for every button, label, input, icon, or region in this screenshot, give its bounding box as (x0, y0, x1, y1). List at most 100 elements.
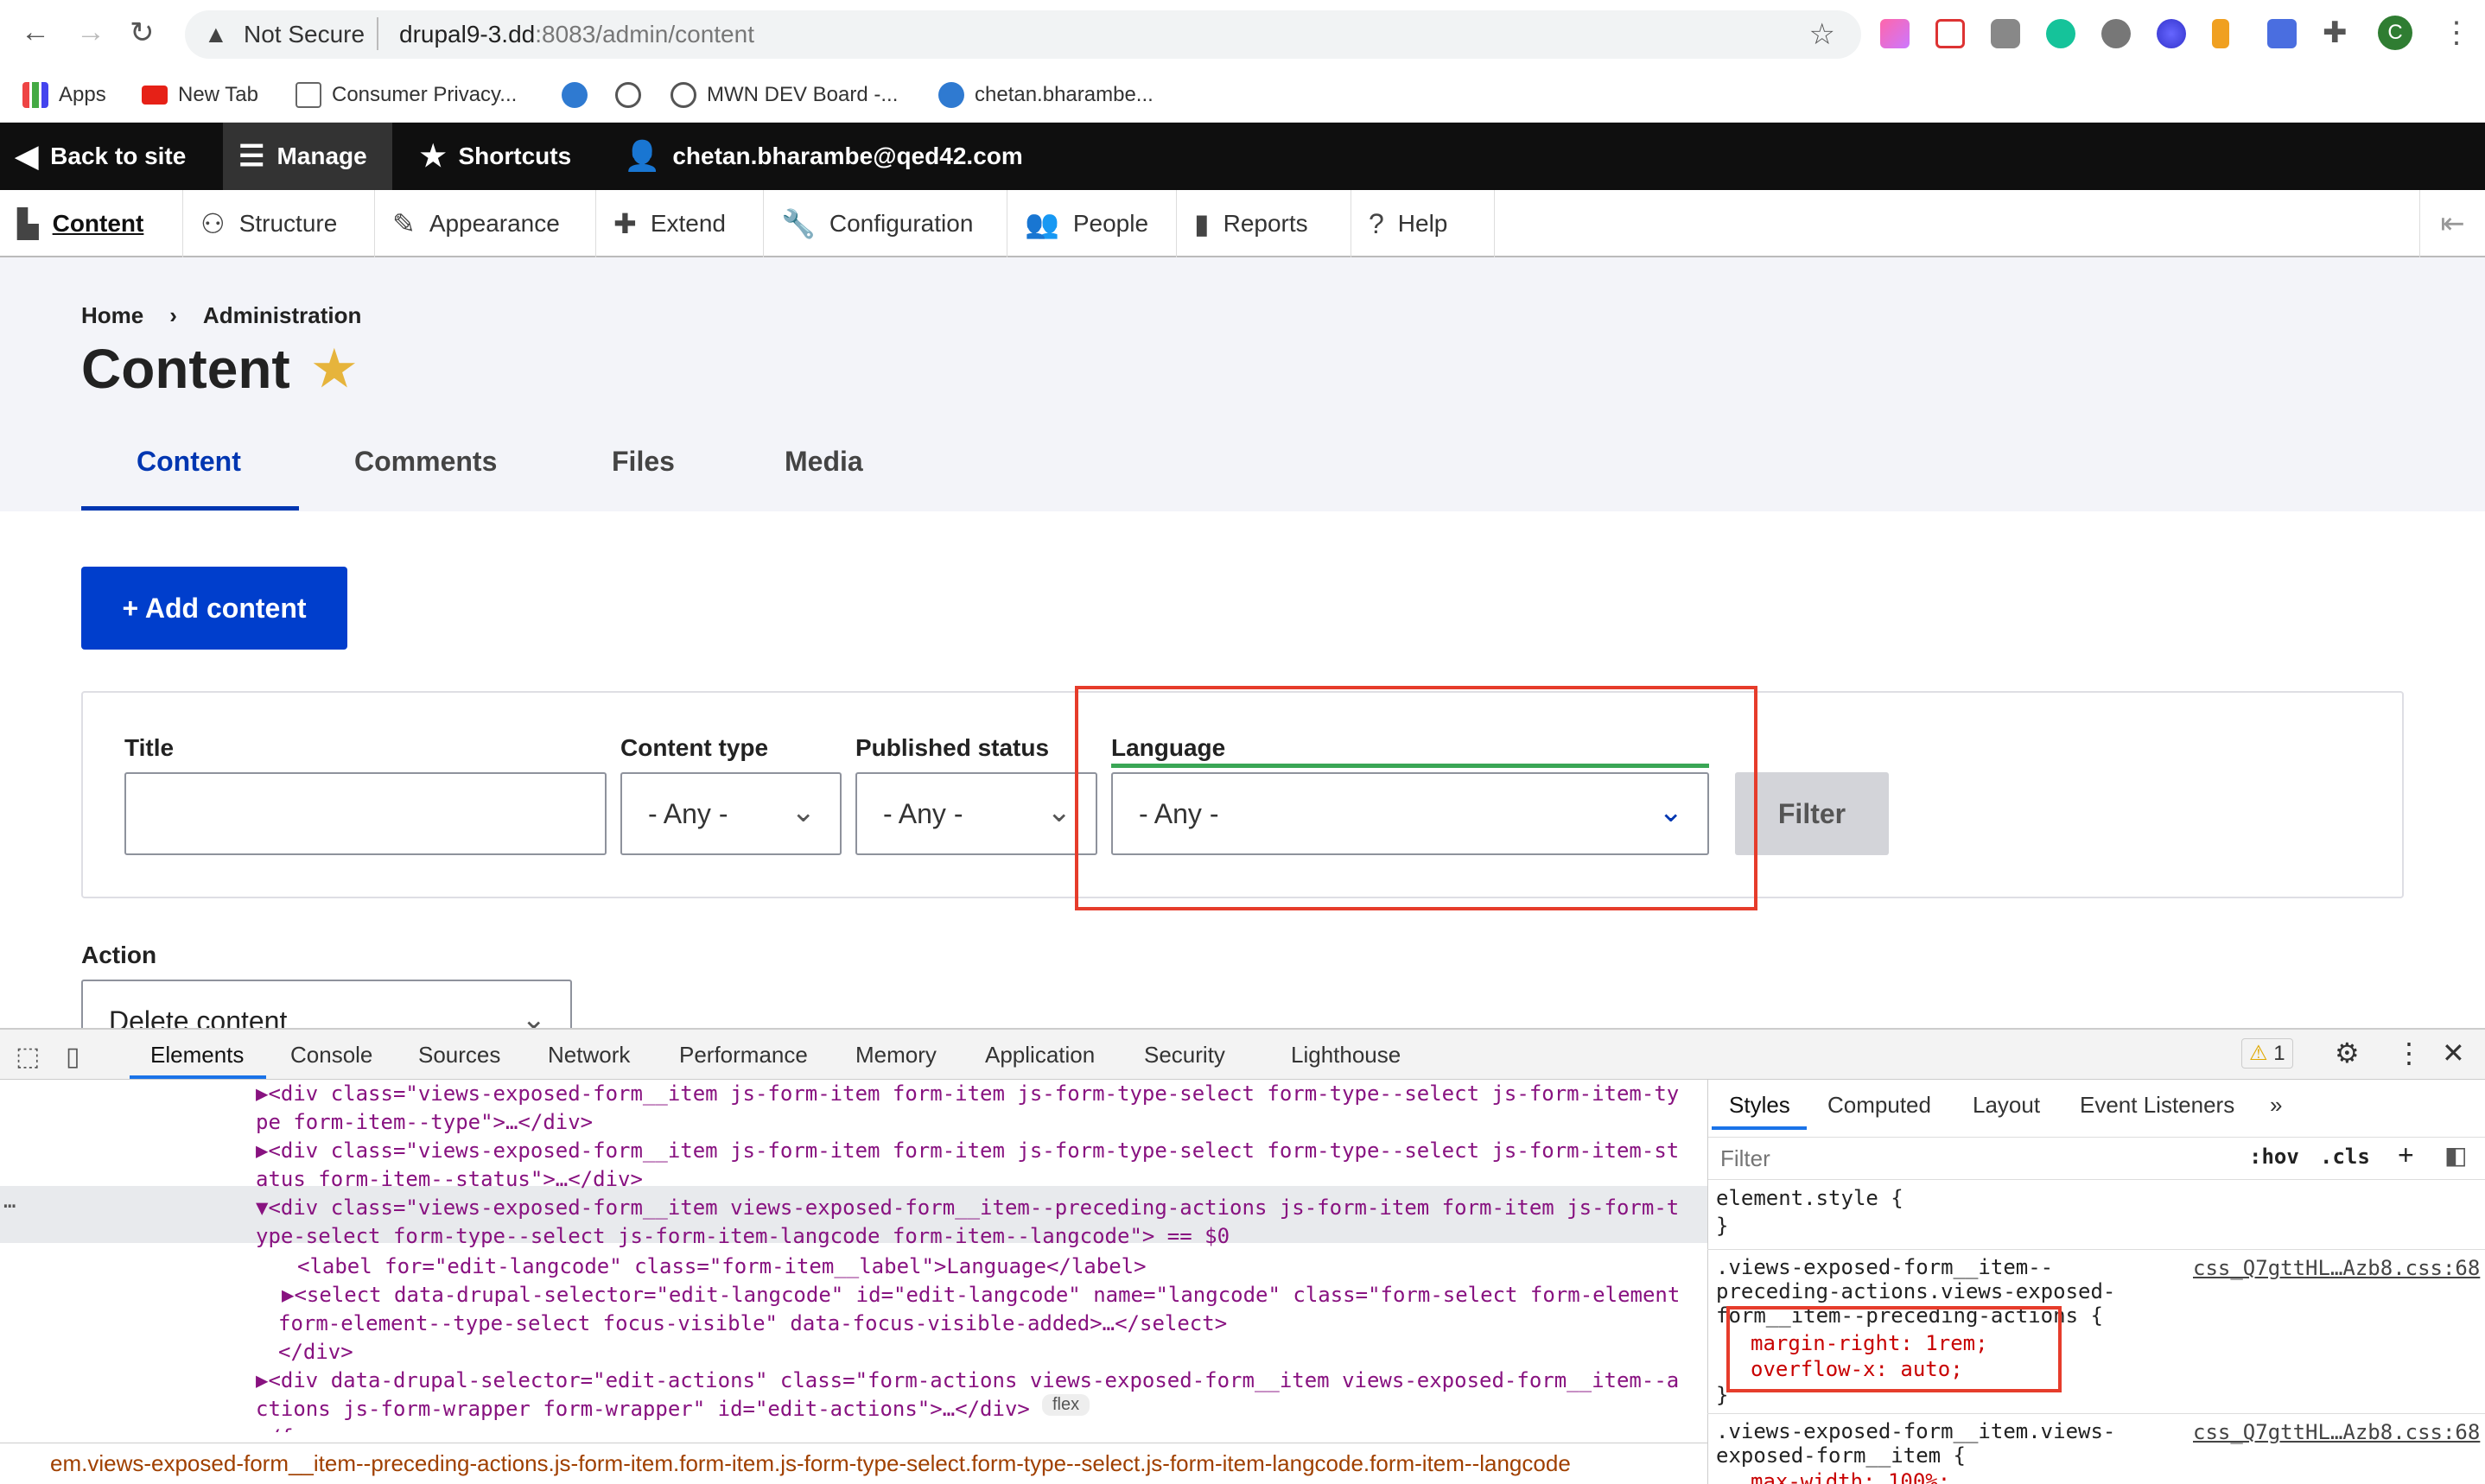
close-icon[interactable]: ✕ (2442, 1037, 2465, 1069)
event-listeners-tab[interactable]: Event Listeners (2080, 1092, 2234, 1119)
bookmark-star-icon[interactable]: ☆ (1809, 17, 1835, 52)
devtools-tab-lighthouse[interactable]: Lighthouse (1291, 1042, 1401, 1069)
warnings-badge[interactable]: ⚠ 1 (2241, 1038, 2293, 1069)
dom-line[interactable]: ctions js-form-wrapper form-wrapper" id=… (256, 1395, 1030, 1424)
bookmarks-bar: Apps New Tab Consumer Privacy... MWN DEV… (0, 73, 2485, 121)
published-status-select[interactable]: - Any - ⌄ (855, 772, 1097, 855)
tray-item-people[interactable]: 👥 People (1007, 190, 1177, 257)
breadcrumb-administration[interactable]: Administration (203, 302, 361, 329)
tab-content[interactable]: Content (137, 446, 241, 478)
grammarly-icon[interactable] (2046, 19, 2075, 48)
more-kebab-icon[interactable]: ⋮ (2395, 1037, 2423, 1069)
tray-label: Help (1397, 210, 1448, 237)
dom-line-selected[interactable]: ▼<div class="views-exposed-form__item vi… (256, 1194, 1679, 1222)
collapse-tray-icon[interactable]: ⇤ (2419, 190, 2485, 257)
breadcrumb-home[interactable]: Home (81, 302, 143, 329)
devtools-tab-security[interactable]: Security (1144, 1042, 1225, 1069)
tab-files[interactable]: Files (612, 446, 675, 478)
styles-filter-bar: :hov .cls + ◧ (1708, 1137, 2485, 1180)
tray-item-help[interactable]: ? Help (1351, 190, 1495, 257)
title-input[interactable] (124, 772, 607, 855)
bookmark-consumer-privacy[interactable]: Consumer Privacy... (296, 78, 517, 112)
extension-icon[interactable] (2157, 19, 2186, 48)
stylesheet-link[interactable]: css_Q7gttHL…Azb8.css:68 (2193, 1256, 2480, 1280)
highlight-box (1726, 1306, 2062, 1392)
back-to-site-link[interactable]: ◀ Back to site (0, 123, 201, 190)
extension-icon[interactable] (2267, 19, 2297, 48)
devtools-tab-application[interactable]: Application (985, 1042, 1095, 1069)
dom-line[interactable]: </div> (278, 1338, 353, 1367)
tray-item-extend[interactable]: ✚ Extend (596, 190, 764, 257)
cls-toggle[interactable]: .cls (2320, 1145, 2370, 1169)
dom-line[interactable]: form-element--type-select focus-visible"… (278, 1310, 1227, 1338)
bookmark-label: chetan.bharambe... (975, 83, 1154, 106)
manage-tab[interactable]: ☰ Manage (223, 123, 392, 190)
add-rule-icon[interactable]: + (2398, 1139, 2414, 1171)
styles-filter-input[interactable] (1720, 1143, 2204, 1174)
shortcuts-tab[interactable]: ★ Shortcuts (404, 123, 587, 190)
tab-comments[interactable]: Comments (354, 446, 497, 478)
more-tabs-chevron[interactable]: » (2270, 1092, 2282, 1119)
computed-tab[interactable]: Computed (1827, 1092, 1931, 1119)
dom-breadcrumb-path[interactable]: em.views-exposed-form__item--preceding-a… (0, 1443, 1707, 1484)
stylesheet-link[interactable]: css_Q7gttHL…Azb8.css:68 (2193, 1420, 2480, 1444)
filter-button[interactable]: Filter (1735, 772, 1889, 855)
dom-line[interactable]: <label for="edit-langcode" class="form-i… (297, 1253, 1147, 1281)
extension-icon[interactable] (2212, 19, 2229, 48)
devtools-tab-elements[interactable]: Elements (150, 1042, 244, 1069)
bookmark-mwn-dev-board[interactable]: MWN DEV Board -... (671, 78, 898, 112)
styles-tab[interactable]: Styles (1729, 1092, 1790, 1119)
dom-line[interactable]: ▶<div class="views-exposed-form__item js… (256, 1080, 1679, 1108)
puzzle-icon[interactable]: ✚ (2323, 16, 2352, 49)
tray-item-content[interactable]: ▙ Content (0, 190, 183, 257)
camera-extension-icon[interactable] (1991, 19, 2020, 48)
flex-badge[interactable]: flex (1042, 1394, 1090, 1416)
reload-icon[interactable]: ↻ (130, 16, 155, 50)
shortcut-star-icon[interactable]: ★ (313, 340, 356, 397)
tray-item-reports[interactable]: ▮ Reports (1177, 190, 1351, 257)
user-tab[interactable]: 👤 chetan.bharambe@qed42.com (608, 123, 1039, 190)
add-content-button[interactable]: + Add content (81, 567, 347, 650)
devtools-tab-performance[interactable]: Performance (679, 1042, 808, 1069)
back-arrow-icon[interactable]: ← (21, 16, 50, 49)
dom-line[interactable]: ▶<select data-drupal-selector="edit-lang… (282, 1281, 1680, 1310)
dom-line[interactable]: ▶<div class="views-exposed-form__item js… (256, 1137, 1679, 1165)
bookmark-globe[interactable] (615, 78, 641, 112)
css-rule-line: element.style { (1716, 1186, 1903, 1210)
tray-label: People (1072, 210, 1149, 237)
bookmark-new-tab[interactable]: New Tab (142, 78, 258, 112)
toggle-sidebar-icon[interactable]: ◧ (2444, 1141, 2467, 1170)
bookmark-drupal[interactable] (562, 78, 588, 112)
bookmark-chetan[interactable]: chetan.bharambe... (938, 78, 1154, 112)
dom-line[interactable]: ▶<div data-drupal-selector="edit-actions… (256, 1367, 1679, 1395)
devtools-tab-console[interactable]: Console (290, 1042, 372, 1069)
devtools-tab-memory[interactable]: Memory (855, 1042, 937, 1069)
layout-tab[interactable]: Layout (1973, 1092, 2040, 1119)
dom-line-selected[interactable]: ype-select form-type--select js-form-ite… (256, 1222, 1230, 1251)
devtools-tab-network[interactable]: Network (548, 1042, 630, 1069)
inspect-icon[interactable]: ⬚ (16, 1042, 40, 1072)
dom-line[interactable]: pe form-item--type">…</div> (256, 1108, 593, 1137)
address-bar[interactable]: ▲ Not Secure drupal9-3.dd:8083/admin/con… (185, 10, 1861, 59)
profile-avatar[interactable]: C (2378, 16, 2412, 50)
settings-gear-icon[interactable]: ⚙ (2335, 1037, 2360, 1069)
dom-line[interactable]: atus form-item--status">…</div> (256, 1165, 643, 1194)
dom-line[interactable]: </form> (256, 1424, 343, 1432)
devtools-tab-sources[interactable]: Sources (418, 1042, 500, 1069)
tray-item-configuration[interactable]: 🔧 Configuration (764, 190, 1007, 257)
shortcuts-label: Shortcuts (458, 143, 572, 169)
menu-kebab-icon[interactable]: ⋮ (2442, 16, 2471, 49)
bookmark-apps[interactable]: Apps (22, 78, 106, 112)
user-icon: 👤 (624, 140, 661, 173)
forward-arrow-icon[interactable]: → (76, 16, 105, 49)
tray-item-structure[interactable]: ⚇ Structure (183, 190, 375, 257)
device-toolbar-icon[interactable]: ▯ (66, 1042, 80, 1072)
tab-media[interactable]: Media (785, 446, 863, 478)
css-declaration[interactable]: max-width: 100%; (1751, 1468, 1950, 1484)
hov-toggle[interactable]: :hov (2249, 1145, 2299, 1169)
extension-icon[interactable] (2101, 19, 2131, 48)
tray-item-appearance[interactable]: ✎ Appearance (375, 190, 596, 257)
extension-icon[interactable] (1880, 19, 1910, 48)
content-type-select[interactable]: - Any - ⌄ (620, 772, 842, 855)
extension-icon[interactable] (1935, 19, 1965, 48)
